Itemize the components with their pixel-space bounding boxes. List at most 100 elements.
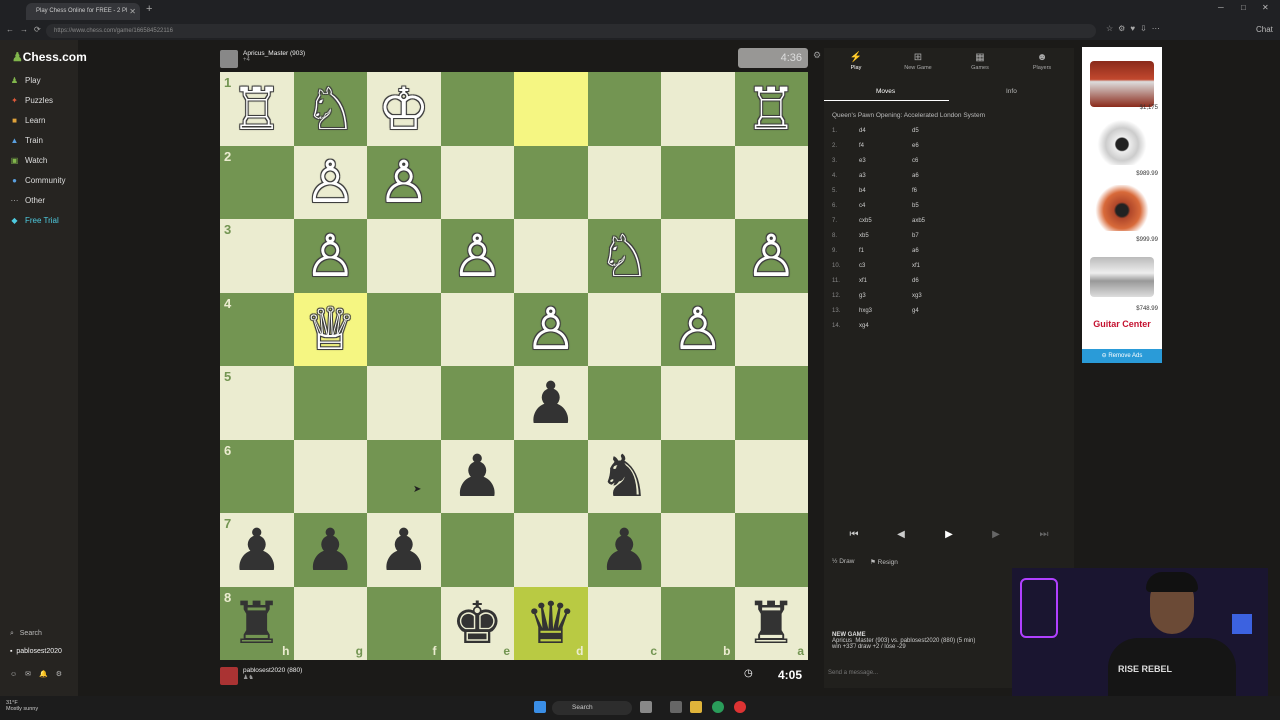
black-move[interactable]: d5 <box>912 128 919 134</box>
black-rook-icon[interactable]: ♜ <box>220 587 294 661</box>
board-square[interactable] <box>587 366 661 440</box>
board-square[interactable] <box>514 439 588 513</box>
tab-new-game[interactable]: ⊞ New Game <box>898 52 938 71</box>
board-square[interactable]: 7 ♟ <box>220 513 294 587</box>
draw-button[interactable]: ½ Draw <box>832 558 854 565</box>
last-move-button[interactable]: ⏭ <box>1024 526 1064 544</box>
board-square[interactable]: g <box>293 586 367 660</box>
board-square[interactable]: 3 <box>220 219 294 293</box>
board-square[interactable]: b <box>661 586 735 660</box>
white-knight-icon[interactable]: ♘ <box>588 219 662 293</box>
black-pawn-icon[interactable]: ♟ <box>220 513 294 587</box>
board-square[interactable]: f <box>367 586 441 660</box>
app-icon[interactable] <box>640 701 652 713</box>
board-square[interactable] <box>661 513 735 587</box>
white-move[interactable]: g3 <box>859 293 866 299</box>
white-pawn-icon[interactable]: ♙ <box>294 219 368 293</box>
white-queen-icon[interactable]: ♕ <box>294 293 368 367</box>
address-bar[interactable]: https://www.chess.com/game/166584522116 <box>46 24 1096 38</box>
board-square[interactable] <box>661 72 735 146</box>
white-move[interactable]: e3 <box>859 158 866 164</box>
white-move[interactable]: c4 <box>859 203 865 209</box>
sidebar-item-community[interactable]: ● Community <box>10 176 65 185</box>
new-tab-icon[interactable]: + <box>146 3 152 15</box>
close-tab-icon[interactable]: ✕ <box>129 3 136 20</box>
avatar[interactable] <box>220 50 238 68</box>
maximize-icon[interactable]: □ <box>1241 3 1246 12</box>
sidebar-item-train[interactable]: ▲ Train <box>10 136 43 145</box>
board-square[interactable] <box>734 292 808 366</box>
board-square[interactable] <box>367 439 441 513</box>
weather-widget[interactable]: 31°F Mostly sunny <box>6 700 38 712</box>
black-pawn-icon[interactable]: ♟ <box>514 366 588 440</box>
subtab-info[interactable]: Info <box>1006 88 1017 95</box>
board-square[interactable]: ♙ <box>734 219 809 293</box>
bottom-player-name[interactable]: pablosest2020 (880) <box>243 667 302 674</box>
black-move[interactable]: a6 <box>912 248 919 254</box>
black-rook-icon[interactable]: ♜ <box>735 587 809 661</box>
file-explorer-icon[interactable] <box>690 701 702 713</box>
white-move[interactable]: f4 <box>859 143 864 149</box>
board-square[interactable] <box>440 145 514 219</box>
chat-input[interactable]: Send a message... <box>828 670 878 676</box>
board-square[interactable] <box>440 366 514 440</box>
board-square[interactable] <box>514 72 588 146</box>
avatar[interactable] <box>220 667 238 685</box>
board-square[interactable]: ♟ <box>587 513 661 587</box>
white-move[interactable]: xb5 <box>859 233 869 239</box>
white-move[interactable]: c3 <box>859 263 865 269</box>
black-pawn-icon[interactable]: ♟ <box>294 513 368 587</box>
next-move-button[interactable]: ▶ <box>976 526 1016 544</box>
board-square[interactable] <box>587 72 661 146</box>
black-move[interactable]: xf1 <box>912 263 920 269</box>
white-king-icon[interactable]: ♔ <box>367 72 441 146</box>
board-square[interactable] <box>440 292 514 366</box>
board-square[interactable] <box>514 513 588 587</box>
sidebar-item-free-trial[interactable]: ◆ Free Trial <box>10 216 58 225</box>
board-square[interactable]: ♖ <box>734 72 809 146</box>
white-knight-icon[interactable]: ♘ <box>294 72 368 146</box>
black-move[interactable]: a6 <box>912 173 919 179</box>
white-pawn-icon[interactable]: ♙ <box>441 219 515 293</box>
board-square[interactable] <box>734 366 808 440</box>
white-move[interactable]: hxg3 <box>859 308 872 314</box>
board-square[interactable]: ♙ <box>293 219 368 293</box>
white-move[interactable]: f1 <box>859 248 864 254</box>
board-square[interactable] <box>587 145 661 219</box>
board-square[interactable] <box>661 439 735 513</box>
board-square[interactable]: ♙ <box>440 219 515 293</box>
board-square[interactable] <box>661 145 735 219</box>
board-square[interactable] <box>367 366 441 440</box>
black-move[interactable]: c6 <box>912 158 918 164</box>
app-icon[interactable] <box>670 701 682 713</box>
white-pawn-icon[interactable]: ♙ <box>367 146 441 220</box>
sidebar-user[interactable]: ▪ pablosest2020 <box>10 648 62 655</box>
black-move[interactable]: axb5 <box>912 218 925 224</box>
top-player-name[interactable]: Apricus_Master (903) <box>243 50 305 57</box>
white-pawn-icon[interactable]: ♙ <box>294 146 368 220</box>
board-square[interactable]: ♘ <box>587 219 662 293</box>
settings-gear-icon[interactable]: ⚙ <box>813 50 821 61</box>
black-pawn-icon[interactable]: ♟ <box>441 440 515 514</box>
white-pawn-icon[interactable]: ♙ <box>735 219 809 293</box>
white-rook-icon[interactable]: ♖ <box>735 72 809 146</box>
board-square[interactable] <box>734 145 808 219</box>
white-move[interactable]: d4 <box>859 128 866 134</box>
board-square[interactable] <box>367 219 441 293</box>
board-square[interactable] <box>734 513 808 587</box>
board-square[interactable]: ♘ <box>293 72 368 146</box>
black-pawn-icon[interactable]: ♟ <box>367 513 441 587</box>
board-square[interactable]: ♟ <box>367 513 441 587</box>
subtab-moves[interactable]: Moves <box>876 88 895 95</box>
white-move[interactable]: a3 <box>859 173 866 179</box>
board-square[interactable]: c <box>587 586 661 660</box>
white-move[interactable]: xf1 <box>859 278 867 284</box>
board-square[interactable] <box>293 366 367 440</box>
board-square[interactable]: ♞ <box>587 439 661 513</box>
sidebar-item-play[interactable]: ♟ Play <box>10 76 41 85</box>
white-pawn-icon[interactable]: ♙ <box>661 293 735 367</box>
sidebar-item-learn[interactable]: ■ Learn <box>10 116 45 125</box>
chess-board[interactable]: 1 ♖ ♘ ♔ ♖ 2 ♙ ♙ 3 ♙ ♙ ♘ ♙ 4 ♕ ♙ ♙ 5 ♟ 6 ♟ ♞ 7 ♟ ♟ ♟ ♟ 8 h ♜ g f e ♚ d ♛ c b a ♜ <box>220 72 808 660</box>
tab-players[interactable]: ☻ Players <box>1022 52 1062 71</box>
white-move[interactable]: cxb5 <box>859 218 872 224</box>
